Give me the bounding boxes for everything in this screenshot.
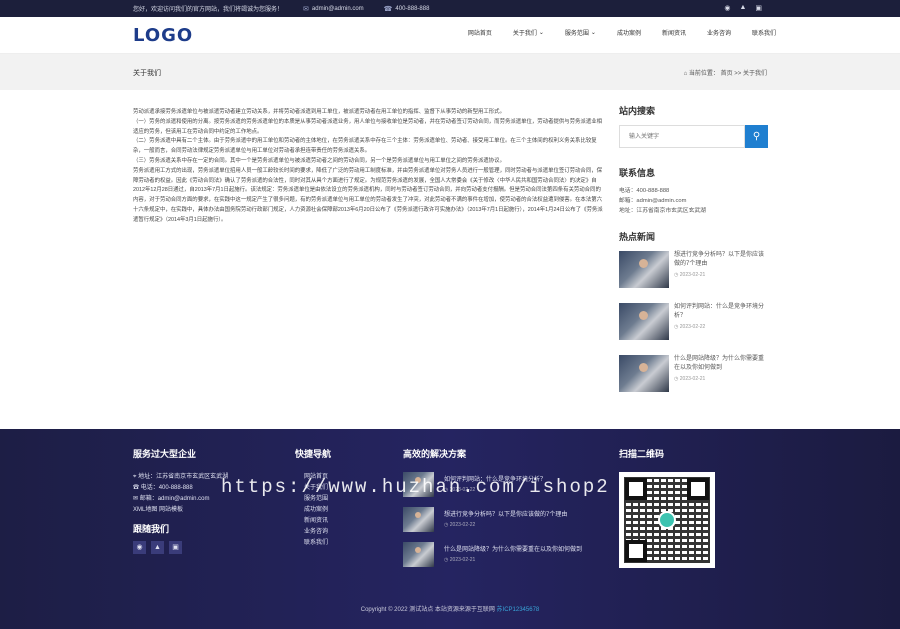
- qr-code: [619, 472, 715, 568]
- site-logo[interactable]: LOGO: [133, 25, 193, 46]
- contact-title: 联系信息: [619, 168, 656, 178]
- nav-consult[interactable]: 业务咨询: [707, 28, 731, 37]
- phone-icon: ☎: [133, 485, 140, 491]
- hot-news-title: 热点新闻: [619, 232, 656, 243]
- nav-services[interactable]: 服务范围 ⌄: [565, 28, 596, 37]
- footer-link[interactable]: 成功案例: [304, 505, 331, 516]
- wechat-icon[interactable]: ◉: [133, 541, 146, 554]
- clock-icon: ◷: [444, 556, 449, 563]
- article-paragraph: （一）劳务的派遣和使用的分离。按劳务派遣的劳务派遣单位的本质是从事劳动者派遣业务…: [133, 118, 602, 135]
- clock-icon: ◷: [674, 272, 679, 279]
- article-paragraph: 劳务派遣用工方式的出现，劳务派遣单位招用人员一般工龄较长时间的要求，降低了广泛的…: [133, 167, 603, 223]
- phone-icon: ☎: [383, 5, 393, 13]
- top-email[interactable]: admin@admin.com: [312, 6, 364, 12]
- wechat-icon[interactable]: ◉: [724, 4, 730, 12]
- mail-icon: ✉: [303, 5, 309, 13]
- article-paragraph: 劳动派遣承接劳务派遣单位与被派遣劳动者建立劳动关系，并将劳动者派遣到用工单位，被…: [133, 109, 505, 115]
- page-title: 关于我们: [133, 70, 161, 77]
- nav-contact[interactable]: 联系我们: [752, 28, 776, 37]
- sidebar: 站内搜索 ⚲ 联系信息 电话：400-888-888 邮箱：admin@admi…: [619, 104, 768, 407]
- chevron-down-icon: ⌄: [590, 30, 596, 36]
- news-thumbnail[interactable]: [619, 355, 669, 393]
- hot-news-item[interactable]: 想进行竞争分析吗？以下是你应该做的7个理由 ◷ 2023-02-21: [619, 251, 768, 289]
- location-icon: ⌖: [133, 474, 137, 480]
- footer-company: 服务过大型企业 ⌖ 地址：江苏省南京市玄武区玄武湖 ☎ 电话：400-888-8…: [133, 449, 228, 554]
- nav-news[interactable]: 新闻资讯: [662, 28, 686, 37]
- hot-news-item[interactable]: 什么是网站降级？为什么你需要重在以及你如何做到 ◷ 2023-02-21: [619, 355, 768, 393]
- news-thumbnail[interactable]: [619, 303, 669, 341]
- search-icon: ⚲: [752, 131, 761, 142]
- nav-about[interactable]: 关于我们 ⌄: [513, 28, 544, 37]
- search-input[interactable]: [619, 125, 745, 148]
- footer: 服务过大型企业 ⌖ 地址：江苏省南京市玄武区玄武湖 ☎ 电话：400-888-8…: [0, 429, 900, 629]
- qq-icon[interactable]: ▲: [151, 541, 164, 554]
- top-phone: 400-888-888: [395, 5, 430, 12]
- footer-sitemap-links[interactable]: XML地图 网站模板: [133, 505, 228, 516]
- article-body: 劳动派遣承接劳务派遣单位与被派遣劳动者建立劳动关系，并将劳动者派遣到用工单位，被…: [133, 108, 605, 226]
- header: LOGO 网站首页 关于我们 ⌄ 服务范围 ⌄ 成功案例 新闻资讯 业务咨询 联系我…: [0, 17, 900, 54]
- solution-thumbnail[interactable]: [403, 542, 434, 567]
- icp-link[interactable]: 苏ICP12345678: [497, 607, 540, 613]
- watermark-text: https://www.huzhan.com/ishop2: [221, 476, 610, 498]
- top-bar: 您好，欢迎访问我们的官方网站，我们将竭诚为您服务！ ✉ admin@admin.c…: [0, 0, 900, 17]
- clock-icon: ◷: [674, 376, 679, 383]
- page-banner: 关于我们 ⌂ 当前位置： 首页 >> 关于我们: [0, 54, 900, 90]
- nav-home[interactable]: 网站首页: [468, 28, 492, 37]
- search-button[interactable]: ⚲: [745, 125, 768, 148]
- footer-link[interactable]: 新闻资讯: [304, 516, 331, 527]
- mail-icon: ✉: [133, 496, 139, 502]
- article-paragraph: （二）劳务派遣中具有二个主体。由于劳务派遣中的用工单位和劳动者的主体地位，在劳务…: [133, 138, 597, 155]
- location-icon: ⌂: [683, 71, 688, 77]
- breadcrumb-current: 关于我们: [742, 71, 767, 77]
- solution-item[interactable]: 想进行竞争分析吗？以下是你应该做的7个理由 ◷ 2023-02-22: [403, 507, 603, 532]
- hot-news-item[interactable]: 如何评判网站：什么是竞争环境分析？ ◷ 2023-02-22: [619, 303, 768, 341]
- article-paragraph: （三）劳务派遣关系中存在一定的合同。其中一个是劳务派遣单位与被派遣劳动者之间的劳…: [133, 157, 505, 164]
- main-content: 劳动派遣承接劳务派遣单位与被派遣劳动者建立劳动关系，并将劳动者派遣到用工单位，被…: [0, 90, 900, 427]
- clock-icon: ◷: [674, 324, 679, 331]
- qq-icon[interactable]: ▲: [739, 4, 746, 12]
- cart-icon[interactable]: ▣: [755, 4, 762, 12]
- qr-logo-icon: [658, 511, 676, 529]
- search-box: ⚲: [619, 125, 768, 148]
- solution-item[interactable]: 什么是网站降级？为什么你需要重在以及你如何做到 ◷ 2023-02-21: [403, 542, 603, 567]
- cart-icon[interactable]: ▣: [169, 541, 182, 554]
- welcome-text: 您好，欢迎访问我们的官方网站，我们将竭诚为您服务！: [133, 7, 284, 13]
- footer-quick-nav: 快捷导航 网站首页 关于我们 服务范围 成功案例 新闻资讯 业务咨询 联系我们: [295, 449, 331, 549]
- chevron-down-icon: ⌄: [538, 30, 544, 36]
- clock-icon: ◷: [444, 521, 449, 528]
- footer-qr: 扫描二维码: [619, 449, 715, 568]
- copyright: Copyright © 2022 测试站点 本站资源来源于互联网 苏ICP123…: [360, 607, 540, 613]
- footer-link[interactable]: 联系我们: [304, 538, 331, 549]
- breadcrumb-home[interactable]: 首页: [721, 71, 733, 77]
- breadcrumb: ⌂ 当前位置： 首页 >> 关于我们: [683, 71, 767, 77]
- nav-cases[interactable]: 成功案例: [617, 28, 641, 37]
- contact-info: 电话：400-888-888 邮箱：admin@admin.com 地址：江苏省…: [619, 188, 706, 214]
- footer-solutions: 高效的解决方案 如何评判网站：什么是竞争环境分析？ ◷ 2023-02-22 想进…: [403, 449, 603, 577]
- search-title: 站内搜索: [619, 106, 656, 116]
- news-thumbnail[interactable]: [619, 251, 669, 289]
- solution-thumbnail[interactable]: [403, 507, 434, 532]
- footer-link[interactable]: 业务咨询: [304, 527, 331, 538]
- main-nav: 网站首页 关于我们 ⌄ 服务范围 ⌄ 成功案例 新闻资讯 业务咨询 联系我们: [447, 28, 776, 37]
